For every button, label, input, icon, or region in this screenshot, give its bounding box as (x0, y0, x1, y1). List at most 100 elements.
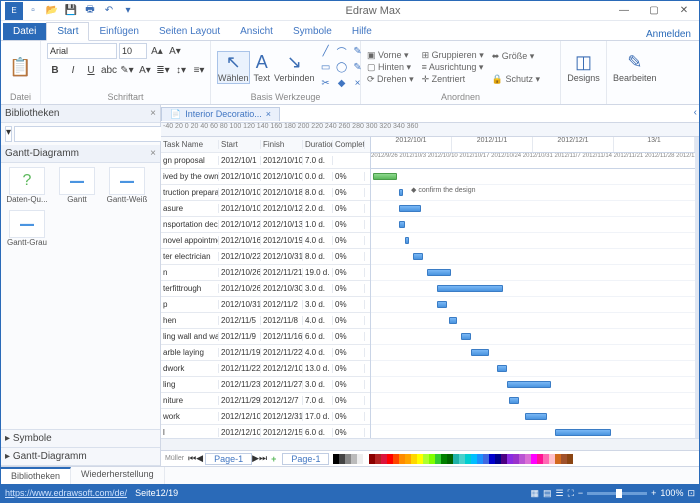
zoom-in-button[interactable]: + (651, 488, 656, 498)
tab-insert[interactable]: Einfügen (89, 23, 148, 40)
table-row[interactable]: l2012/12/102012/12/156.0 d.0% (161, 425, 370, 438)
designs-button[interactable]: ◫Designs (567, 52, 600, 83)
color-palette[interactable] (333, 454, 699, 464)
table-row[interactable]: ived by the owners2012/10/102012/10/100.… (161, 169, 370, 185)
gantt-header2[interactable]: ▸ Gantt-Diagramm (1, 448, 160, 466)
shrink-font-icon[interactable]: A▾ (167, 43, 183, 59)
maximize-button[interactable]: ▢ (639, 1, 669, 21)
line-icon[interactable]: ╱ (319, 45, 333, 59)
rotate-button[interactable]: ⟳ Drehen ▾ (367, 74, 414, 85)
view-icon2[interactable]: ▤ (543, 488, 552, 499)
bold-button[interactable]: B (47, 62, 63, 78)
table-row[interactable]: terfittrough2012/10/262012/10/303.0 d.0% (161, 281, 370, 297)
bring-front-button[interactable]: ▣ Vorne ▾ (367, 50, 414, 61)
table-row[interactable]: hen2012/11/52012/11/84.0 d.0% (161, 313, 370, 329)
page-nav-prev[interactable]: ◀ (196, 453, 203, 464)
select-tool[interactable]: ↖Wählen (217, 51, 250, 84)
arc-icon[interactable]: ⌒ (335, 45, 349, 59)
shape-item[interactable]: ▬▬Gantt (55, 167, 99, 204)
table-row[interactable]: novel appointment ain2012/10/162012/10/1… (161, 233, 370, 249)
table-row[interactable]: ling wall and wall ck2012/11/92012/11/16… (161, 329, 370, 345)
text-tool[interactable]: AText (254, 52, 271, 83)
size-button[interactable]: ⬌ Größe ▾ (492, 51, 540, 62)
group-button[interactable]: ⊞ Gruppieren ▾ (422, 50, 484, 61)
table-row[interactable]: niture2012/11/292012/12/77.0 d.0% (161, 393, 370, 409)
close-icon[interactable]: × (150, 148, 156, 159)
zoom-level[interactable]: 100% (660, 488, 683, 498)
page-tab[interactable]: Page-1 (205, 453, 252, 465)
view-icon3[interactable]: ☰ (556, 488, 564, 499)
rect-icon[interactable]: ▭ (319, 61, 333, 75)
view-icon[interactable]: ▦ (530, 488, 539, 499)
open-icon[interactable]: 📂 (43, 2, 61, 20)
italic-button[interactable]: I (65, 62, 81, 78)
font-size-combo[interactable]: 10 (119, 43, 147, 59)
bullets-button[interactable]: ≣▾ (155, 62, 171, 78)
tab-file[interactable]: Datei (3, 23, 46, 40)
print-icon[interactable]: 🖶 (81, 2, 99, 20)
page-nav-last[interactable]: ⏭ (259, 453, 267, 464)
table-row[interactable]: nsportation decorate terial2012/10/12201… (161, 217, 370, 233)
table-row[interactable]: truction preparation2012/10/102012/10/18… (161, 185, 370, 201)
table-row[interactable]: p2012/10/312012/11/23.0 d.0% (161, 297, 370, 313)
table-row[interactable]: ling2012/11/232012/11/273.0 d.0% (161, 377, 370, 393)
font-name-combo[interactable]: Arial (47, 43, 117, 59)
page-nav-next[interactable]: ▶ (252, 453, 259, 464)
edit-button[interactable]: ✎Bearbeiten (613, 52, 657, 83)
table-row[interactable]: arble laying2012/11/192012/11/224.0 d.0% (161, 345, 370, 361)
close-icon[interactable]: × (150, 108, 156, 119)
table-row[interactable]: n2012/10/262012/11/2119.0 d.0% (161, 265, 370, 281)
tab-view[interactable]: Ansicht (230, 23, 283, 40)
close-button[interactable]: ✕ (669, 1, 699, 21)
crop-icon[interactable]: ✂ (319, 77, 333, 91)
btab-libraries[interactable]: Bibliotheken (1, 467, 71, 484)
symbols-header[interactable]: ▸ Symbole (1, 430, 160, 448)
ellipse-icon[interactable]: ◯ (335, 61, 349, 75)
close-icon[interactable]: × (266, 109, 271, 119)
table-row[interactable]: asure2012/10/102012/10/122.0 d.0% (161, 201, 370, 217)
shape-item[interactable]: ▬▬Gantt-Grau (5, 210, 49, 247)
fullscreen-icon[interactable]: ⛶ (568, 488, 574, 499)
page-nav-first[interactable]: ⏮ (188, 453, 196, 464)
tab-pagelayout[interactable]: Seiten Layout (149, 23, 230, 40)
tab-start[interactable]: Start (46, 22, 89, 41)
table-row[interactable]: ter electrician2012/10/222012/10/318.0 d… (161, 249, 370, 265)
connector-tool[interactable]: ↘Verbinden (274, 52, 315, 83)
table-row[interactable]: dwork2012/11/222012/12/1013.0 d.0% (161, 361, 370, 377)
shape-item[interactable]: ?Daten-Qu... (5, 167, 49, 204)
new-icon[interactable]: ▫ (24, 2, 42, 20)
node-icon[interactable]: ◆ (335, 77, 349, 91)
app-icon[interactable]: E (5, 2, 23, 20)
add-page-button[interactable]: + (267, 454, 280, 464)
redo-icon[interactable]: ▾ (119, 2, 137, 20)
send-back-button[interactable]: ▢ Hinten ▾ (367, 62, 414, 73)
align-button[interactable]: ≡▾ (191, 62, 207, 78)
horizontal-scrollbar[interactable] (161, 438, 699, 450)
lib-category-combo[interactable]: ▾ (5, 126, 12, 142)
table-row[interactable]: gn proposal2012/10/12012/10/107.0 d. (161, 153, 370, 169)
page-tab2[interactable]: Page-1 (282, 453, 329, 465)
shape-item[interactable]: ▬▬Gantt-Weiß (105, 167, 149, 204)
signin-link[interactable]: Anmelden (646, 29, 691, 40)
tab-help[interactable]: Hilfe (342, 23, 382, 40)
underline-button[interactable]: U (83, 62, 99, 78)
align-button2[interactable]: ≡ Ausrichtung ▾ (422, 62, 484, 73)
strike-button[interactable]: abc (101, 62, 117, 78)
table-row[interactable]: work2012/12/102012/12/3117.0 d.0% (161, 409, 370, 425)
gantt-bars-area[interactable]: 2012/10/12012/11/12012/12/113/1 2012/9/2… (371, 137, 695, 438)
grow-font-icon[interactable]: A▴ (149, 43, 165, 59)
collapse-icon[interactable]: ‹ (694, 107, 697, 118)
highlight-button[interactable]: ✎▾ (119, 62, 135, 78)
undo-icon[interactable]: ↶ (100, 2, 118, 20)
save-icon[interactable]: 💾 (62, 2, 80, 20)
spacing-button[interactable]: ↕▾ (173, 62, 189, 78)
fit-page-icon[interactable]: ⊡ (687, 488, 695, 499)
paste-button[interactable]: 📋 (7, 57, 34, 78)
status-url[interactable]: https://www.edrawsoft.com/de/ (5, 488, 127, 498)
minimize-button[interactable]: — (609, 1, 639, 21)
center-button[interactable]: ✛ Zentriert (422, 74, 484, 85)
zoom-out-button[interactable]: − (578, 488, 583, 498)
fontcolor-button[interactable]: A▾ (137, 62, 153, 78)
zoom-slider[interactable] (587, 492, 647, 495)
tab-symbols[interactable]: Symbole (283, 23, 342, 40)
